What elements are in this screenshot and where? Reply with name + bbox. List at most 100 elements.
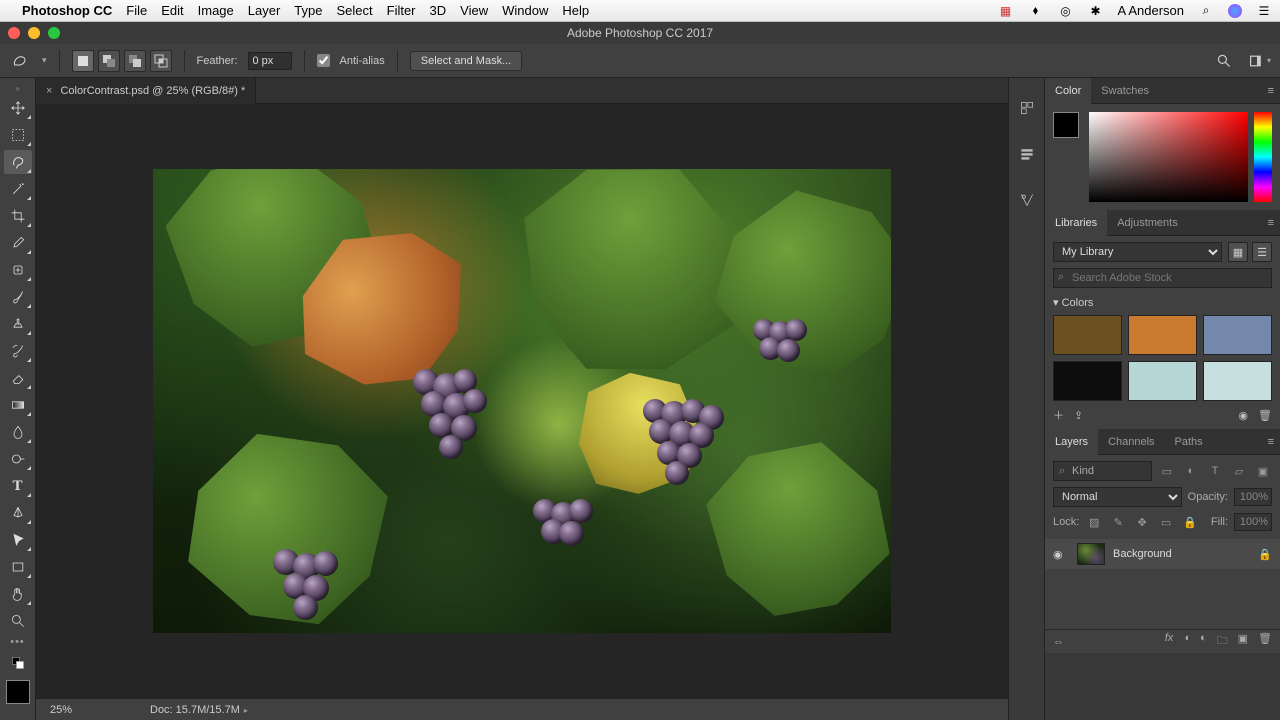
antialias-checkbox[interactable] bbox=[317, 54, 330, 67]
selection-subtract-button[interactable] bbox=[124, 50, 146, 72]
gradient-tool[interactable] bbox=[4, 393, 32, 417]
dodge-tool[interactable] bbox=[4, 447, 32, 471]
brush-tool[interactable] bbox=[4, 285, 32, 309]
library-swatch[interactable] bbox=[1053, 361, 1122, 401]
lock-position-icon[interactable]: ✥ bbox=[1133, 513, 1151, 531]
selection-intersect-button[interactable] bbox=[150, 50, 172, 72]
select-and-mask-button[interactable]: Select and Mask... bbox=[410, 51, 523, 71]
menu-filter[interactable]: Filter bbox=[387, 3, 416, 18]
library-swatch[interactable] bbox=[1053, 315, 1122, 355]
menu-window[interactable]: Window bbox=[502, 3, 548, 18]
layer-lock-icon[interactable]: 🔒 bbox=[1258, 548, 1272, 561]
history-brush-tool[interactable] bbox=[4, 339, 32, 363]
crop-tool[interactable] bbox=[4, 204, 32, 228]
library-upload-icon[interactable]: ⇪ bbox=[1074, 409, 1083, 422]
type-tool[interactable]: T bbox=[4, 474, 32, 498]
layer-row[interactable]: ◉ Background 🔒 bbox=[1045, 539, 1280, 569]
lock-pixels-icon[interactable]: ✎ bbox=[1109, 513, 1127, 531]
menu-help[interactable]: Help bbox=[562, 3, 589, 18]
blur-tool[interactable] bbox=[4, 420, 32, 444]
library-swatch[interactable] bbox=[1203, 361, 1272, 401]
clone-stamp-tool[interactable] bbox=[4, 312, 32, 336]
move-tool[interactable] bbox=[4, 96, 32, 120]
edit-toolbar-button[interactable]: ••• bbox=[10, 636, 25, 648]
layer-thumbnail[interactable] bbox=[1077, 543, 1105, 565]
character-panel-icon[interactable] bbox=[1015, 188, 1039, 212]
layers-panel-menu-icon[interactable]: ≡ bbox=[1262, 436, 1280, 448]
layer-name[interactable]: Background bbox=[1113, 548, 1172, 560]
library-swatch[interactable] bbox=[1203, 315, 1272, 355]
library-swatch[interactable] bbox=[1128, 315, 1197, 355]
libraries-panel-menu-icon[interactable]: ≡ bbox=[1262, 217, 1280, 229]
layer-filter-kind[interactable]: Kind bbox=[1053, 461, 1152, 481]
default-colors-icon[interactable] bbox=[4, 651, 32, 675]
selection-new-button[interactable] bbox=[72, 50, 94, 72]
color-field[interactable] bbox=[1089, 112, 1248, 202]
lock-artboard-icon[interactable]: ▭ bbox=[1157, 513, 1175, 531]
lasso-tool[interactable] bbox=[4, 150, 32, 174]
calendar-icon[interactable]: ▦ bbox=[998, 3, 1014, 19]
marquee-tool[interactable] bbox=[4, 123, 32, 147]
app-name[interactable]: Photoshop CC bbox=[22, 3, 112, 18]
siri-icon[interactable] bbox=[1228, 4, 1242, 18]
new-layer-icon[interactable]: ▣ bbox=[1238, 632, 1248, 651]
paths-tab[interactable]: Paths bbox=[1165, 429, 1213, 455]
library-select[interactable]: My Library bbox=[1053, 242, 1222, 262]
library-delete-icon[interactable]: 🗑 bbox=[1258, 409, 1272, 422]
menu-view[interactable]: View bbox=[460, 3, 488, 18]
zoom-level[interactable]: 25% bbox=[50, 704, 110, 716]
eyedropper-tool[interactable] bbox=[4, 231, 32, 255]
color-tab[interactable]: Color bbox=[1045, 78, 1091, 104]
tool-preset-chevron-icon[interactable]: ▾ bbox=[42, 55, 47, 66]
layer-mask-icon[interactable]: ◖ bbox=[1183, 632, 1190, 651]
document-tab[interactable]: × ColorContrast.psd @ 25% (RGB/8#) * bbox=[36, 78, 256, 104]
magic-wand-tool[interactable] bbox=[4, 177, 32, 201]
filter-pixel-icon[interactable]: ▭ bbox=[1158, 462, 1176, 480]
path-selection-tool[interactable] bbox=[4, 528, 32, 552]
selection-add-button[interactable] bbox=[98, 50, 120, 72]
color-fg-bg-swatch[interactable] bbox=[1053, 112, 1079, 138]
notification-center-icon[interactable]: ☰ bbox=[1256, 3, 1272, 19]
layer-fx-icon[interactable]: fx bbox=[1165, 632, 1174, 651]
dropbox-icon[interactable]: ⬧ bbox=[1028, 3, 1044, 19]
color-panel-menu-icon[interactable]: ≡ bbox=[1262, 85, 1280, 97]
filter-shape-icon[interactable]: ▱ bbox=[1230, 462, 1248, 480]
filter-adjustment-icon[interactable]: ◐ bbox=[1182, 462, 1200, 480]
filter-type-icon[interactable]: T bbox=[1206, 462, 1224, 480]
menu-3d[interactable]: 3D bbox=[430, 3, 447, 18]
library-list-view-icon[interactable]: ☰ bbox=[1252, 242, 1272, 262]
document-canvas[interactable] bbox=[153, 169, 891, 633]
lock-all-icon[interactable]: 🔒 bbox=[1181, 513, 1199, 531]
current-tool-icon[interactable] bbox=[8, 49, 32, 73]
spotlight-icon[interactable]: ⌕ bbox=[1198, 3, 1214, 19]
menu-layer[interactable]: Layer bbox=[248, 3, 281, 18]
library-section-header[interactable]: ▾ Colors bbox=[1053, 296, 1272, 309]
rectangle-tool[interactable] bbox=[4, 555, 32, 579]
library-preview-icon[interactable]: ◉ bbox=[1238, 409, 1248, 422]
adjustments-tab[interactable]: Adjustments bbox=[1107, 210, 1188, 236]
filter-smart-icon[interactable]: ▣ bbox=[1254, 462, 1272, 480]
lock-transparency-icon[interactable]: ▨ bbox=[1085, 513, 1103, 531]
menu-image[interactable]: Image bbox=[198, 3, 234, 18]
swatches-tab[interactable]: Swatches bbox=[1091, 78, 1159, 104]
feather-input[interactable] bbox=[248, 52, 292, 70]
healing-brush-tool[interactable] bbox=[4, 258, 32, 282]
opacity-input[interactable] bbox=[1234, 488, 1272, 506]
hand-tool[interactable] bbox=[4, 582, 32, 606]
link-layers-icon[interactable]: ⇔ bbox=[1053, 636, 1064, 648]
library-add-icon[interactable]: ＋ bbox=[1053, 407, 1064, 423]
sync-icon[interactable]: ✱ bbox=[1088, 3, 1104, 19]
foreground-background-swatch[interactable] bbox=[6, 680, 30, 704]
menu-file[interactable]: File bbox=[126, 3, 147, 18]
creative-cloud-icon[interactable]: ◎ bbox=[1058, 3, 1074, 19]
menu-edit[interactable]: Edit bbox=[161, 3, 183, 18]
hue-slider[interactable] bbox=[1254, 112, 1272, 202]
new-fill-layer-icon[interactable]: ◐ bbox=[1200, 632, 1207, 651]
pen-tool[interactable] bbox=[4, 501, 32, 525]
layers-tab[interactable]: Layers bbox=[1045, 429, 1098, 455]
eraser-tool[interactable] bbox=[4, 366, 32, 390]
canvas-area[interactable] bbox=[36, 104, 1008, 698]
properties-panel-icon[interactable] bbox=[1015, 142, 1039, 166]
blend-mode-select[interactable]: Normal bbox=[1053, 487, 1182, 507]
new-group-icon[interactable]: 🗀 bbox=[1217, 632, 1228, 651]
